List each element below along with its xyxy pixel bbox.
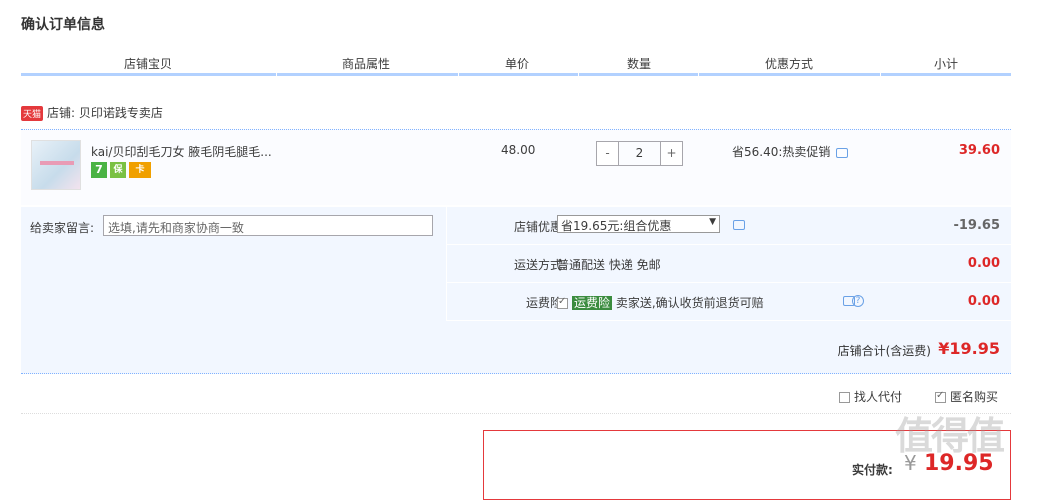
chat-bubble-icon[interactable]: [733, 220, 745, 230]
promo-text: 省56.40:热卖促销: [732, 145, 831, 159]
shop-discount-select[interactable]: 省19.65元:组合优惠: [557, 215, 720, 233]
shop-name-link[interactable]: 店铺: 贝印诺践专卖店: [47, 106, 163, 120]
anonymous-label: 匿名购买: [950, 390, 999, 404]
credit-card-icon[interactable]: 卡: [129, 162, 151, 178]
page-title: 确认订单信息: [21, 17, 105, 33]
item-subtotal: 39.60: [958, 143, 1000, 158]
shop-total-amount: ¥19.95: [938, 339, 1000, 358]
quantity-stepper: - 2 +: [596, 141, 683, 166]
col-discount: 优惠方式: [765, 57, 814, 71]
payment-options: 找人代付 匿名购买: [21, 374, 1011, 414]
product-name-link[interactable]: kai/贝印刮毛刀女 腋毛阴毛腿毛...: [91, 143, 272, 160]
proxy-pay-checkbox[interactable]: [839, 392, 850, 403]
shop-discount-amount: -19.65: [953, 218, 1000, 233]
seven-day-return-icon[interactable]: 7: [91, 162, 107, 178]
col-attributes: 商品属性: [342, 57, 391, 71]
memo-input[interactable]: 选填,请先和商家协商一致: [103, 215, 433, 236]
insurance-row: 运费险: 运费险 卖家送,确认收货前退货可赔 ? 0.00: [446, 283, 1011, 321]
shop-total-label: 店铺合计(含运费): [837, 344, 931, 358]
col-subtotal: 小计: [934, 57, 959, 71]
quantity-increase-button[interactable]: +: [661, 142, 682, 165]
shipping-amount: 0.00: [967, 256, 1000, 271]
promo-info: 省56.40:热卖促销: [732, 143, 849, 160]
quantity-input[interactable]: 2: [618, 142, 661, 165]
order-options: 给卖家留言: 选填,请先和商家协商一致 店铺优惠: 省19.65元:组合优惠 -…: [21, 207, 1011, 322]
table-header: 店铺宝贝 商品属性 单价 数量 优惠方式 小计: [21, 50, 1011, 76]
order-item-row: kai/贝印刮毛刀女 腋毛阴毛腿毛... 7 保 卡 48.00 - 2 + 省…: [21, 129, 1011, 205]
insurance-desc: 卖家送,确认收货前退货可赔: [615, 296, 764, 310]
insurance-amount: 0.00: [967, 294, 1000, 309]
proxy-pay-label: 找人代付: [854, 390, 903, 404]
quantity-decrease-button[interactable]: -: [597, 142, 618, 165]
shipping-row: 运送方式: 普通配送 快递 免邮 0.00: [446, 245, 1011, 283]
service-badges: 7 保 卡: [91, 162, 151, 178]
insurance-tag: 运费险: [572, 296, 613, 310]
watermark: 值得值: [895, 414, 1005, 458]
proxy-pay-option[interactable]: 找人代付: [839, 388, 902, 405]
anonymous-option[interactable]: 匿名购买: [935, 388, 998, 405]
product-thumbnail[interactable]: [31, 140, 81, 190]
warranty-icon[interactable]: 保: [110, 162, 126, 178]
tmall-icon: 天猫: [21, 106, 44, 121]
shop-row: 天猫 店铺: 贝印诺践专卖店: [21, 104, 163, 121]
shop-discount-row: 店铺优惠: 省19.65元:组合优惠 -19.65: [446, 207, 1011, 245]
anonymous-checkbox[interactable]: [935, 390, 946, 403]
memo-label: 给卖家留言:: [30, 221, 95, 235]
insurance-content: 运费险 卖家送,确认收货前退货可赔: [557, 294, 764, 311]
col-shop-item: 店铺宝贝: [124, 57, 173, 71]
unit-price: 48.00: [501, 143, 536, 157]
help-icon[interactable]: ?: [852, 295, 864, 307]
shop-total-row: 店铺合计(含运费) ¥19.95: [21, 322, 1011, 374]
shipping-method: 普通配送 快递 免邮: [557, 258, 661, 272]
insurance-checkbox[interactable]: [557, 296, 568, 309]
pay-label: 实付款:: [852, 463, 893, 477]
col-quantity: 数量: [627, 57, 652, 71]
col-unit-price: 单价: [505, 57, 530, 71]
chat-bubble-icon[interactable]: [836, 147, 849, 158]
